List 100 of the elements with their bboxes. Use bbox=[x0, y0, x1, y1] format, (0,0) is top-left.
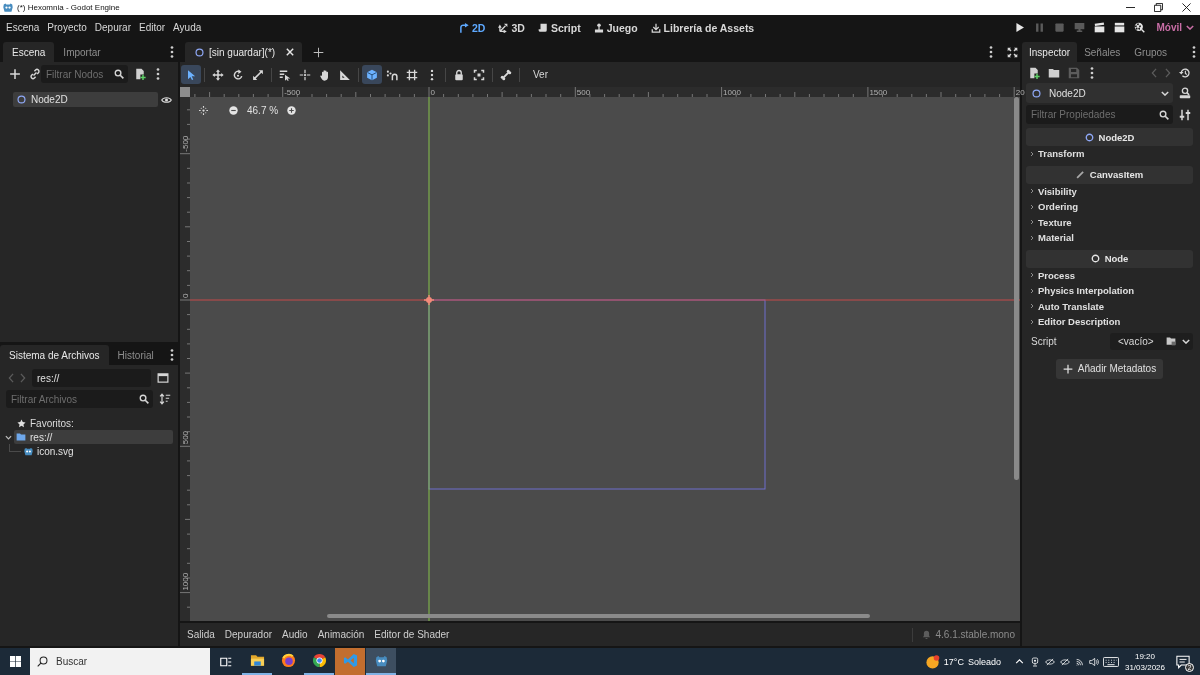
view-menu[interactable]: Ver bbox=[527, 69, 554, 80]
window-frame-icon[interactable] bbox=[157, 372, 169, 384]
link-icon[interactable] bbox=[29, 68, 41, 80]
resource-field[interactable]: <vacío> bbox=[1110, 332, 1193, 350]
play-icon[interactable] bbox=[1014, 22, 1026, 33]
folder-icon[interactable] bbox=[1166, 336, 1176, 346]
workspace-tab[interactable]: Script bbox=[537, 21, 581, 34]
dock-tab[interactable]: Historial bbox=[108, 345, 163, 365]
weather-condition[interactable]: Soleado bbox=[967, 656, 1001, 667]
caret-down-icon[interactable] bbox=[5, 433, 12, 441]
object-dropdown[interactable]: Node2D bbox=[1026, 83, 1173, 103]
property-group[interactable]: Physics Interpolation bbox=[1026, 283, 1196, 299]
file-plus-icon[interactable] bbox=[1028, 67, 1040, 79]
dock-tab[interactable]: Inspector bbox=[1022, 42, 1078, 62]
speaker-icon[interactable] bbox=[1088, 656, 1099, 667]
filter-field[interactable]: Filtrar Propiedades bbox=[1026, 105, 1173, 124]
select-tool-button[interactable] bbox=[181, 65, 201, 84]
weather-temperature[interactable]: 17°C bbox=[943, 656, 964, 667]
filter-field[interactable]: Filtrar Nodos bbox=[41, 65, 128, 83]
tree-item[interactable]: icon.svg bbox=[21, 444, 74, 458]
kebab-menu-icon[interactable] bbox=[989, 46, 993, 58]
bottom-tab[interactable]: Animación bbox=[312, 623, 370, 646]
speech-bubble-icon[interactable] bbox=[1176, 654, 1190, 669]
doc-search-icon[interactable] bbox=[1179, 87, 1191, 99]
dotted-crosshair-icon[interactable] bbox=[199, 106, 208, 115]
eye-icon[interactable] bbox=[161, 95, 172, 104]
bottom-tab[interactable]: Depurador bbox=[219, 623, 278, 646]
menu-item[interactable]: Ayuda bbox=[169, 22, 206, 33]
search-field[interactable]: Buscar bbox=[30, 648, 210, 675]
history-icon[interactable] bbox=[1179, 67, 1191, 79]
restore-icon[interactable] bbox=[1154, 3, 1163, 12]
property-group[interactable]: Visibility bbox=[1026, 183, 1196, 199]
kebab-menu-icon[interactable] bbox=[1090, 67, 1094, 79]
clock-date[interactable]: 31/03/2026 bbox=[1124, 661, 1165, 673]
sun-icon[interactable] bbox=[925, 654, 940, 669]
sliders-icon[interactable] bbox=[1179, 108, 1191, 121]
zoom-in-icon[interactable] bbox=[287, 106, 297, 115]
workspace-tab[interactable]: Juego bbox=[593, 21, 638, 34]
version-label[interactable]: 4.6.1.stable.mono bbox=[935, 629, 1020, 640]
plus-icon[interactable] bbox=[313, 46, 325, 58]
caret-down-icon[interactable] bbox=[1182, 338, 1190, 344]
file-plus-icon[interactable] bbox=[134, 68, 146, 80]
four-panes-icon[interactable] bbox=[10, 656, 21, 667]
workspace-tab[interactable]: 3D bbox=[498, 21, 525, 34]
tree-item[interactable]: res:// bbox=[14, 430, 173, 444]
property-group[interactable]: Ordering bbox=[1026, 199, 1196, 215]
dock-tab[interactable]: Sistema de Archivos bbox=[0, 345, 109, 365]
add-metadata-button[interactable]: Añadir Metadatos bbox=[1055, 358, 1164, 379]
path-field[interactable]: res:// bbox=[32, 369, 151, 387]
clapperboard-icon[interactable] bbox=[1094, 22, 1106, 33]
folder-icon[interactable] bbox=[1048, 67, 1060, 79]
clapperboard-icon[interactable] bbox=[1114, 22, 1126, 33]
expand-arrows-icon[interactable] bbox=[1007, 46, 1018, 58]
filter-field[interactable]: Filtrar Archivos bbox=[6, 390, 153, 408]
kebab-menu-icon[interactable] bbox=[170, 349, 174, 361]
sort-icon[interactable] bbox=[159, 393, 171, 405]
kebab-menu-icon[interactable] bbox=[156, 68, 160, 80]
crossed-eye-icon[interactable] bbox=[1059, 656, 1070, 667]
scene-tab[interactable]: [sin guardar](*) bbox=[185, 42, 303, 62]
bottom-tab[interactable]: Salida bbox=[182, 623, 220, 646]
property-group[interactable]: Material bbox=[1026, 230, 1196, 246]
kebab-menu-icon[interactable] bbox=[1192, 46, 1196, 58]
menu-item[interactable]: Proyecto bbox=[43, 22, 91, 33]
dock-tab[interactable]: Escena bbox=[3, 42, 55, 62]
renderer-dropdown[interactable]: Móvil bbox=[1156, 22, 1194, 33]
property-group[interactable]: Texture bbox=[1026, 214, 1196, 230]
chevron-up-icon[interactable] bbox=[1014, 659, 1024, 664]
property-group[interactable]: Transform bbox=[1026, 146, 1196, 162]
clock-time[interactable]: 19:20 bbox=[1134, 650, 1155, 662]
vertical-scrollbar-thumb[interactable] bbox=[1014, 97, 1019, 480]
close-icon[interactable] bbox=[1182, 3, 1191, 12]
film-reel-icon[interactable] bbox=[1134, 22, 1146, 33]
menu-item[interactable]: Depurar bbox=[90, 22, 135, 33]
plus-icon[interactable] bbox=[9, 68, 21, 80]
menu-item[interactable]: Escena bbox=[2, 22, 44, 33]
property-group[interactable]: Editor Description bbox=[1026, 314, 1196, 330]
robot-face-icon bbox=[373, 653, 389, 668]
dock-tab[interactable]: Grupos bbox=[1127, 42, 1175, 62]
snap-tool-button[interactable] bbox=[362, 65, 382, 84]
tree-item[interactable]: Node2D bbox=[13, 92, 158, 107]
zoom-out-icon[interactable] bbox=[229, 106, 238, 115]
caret-down-icon bbox=[1186, 25, 1194, 30]
task-view-icon[interactable] bbox=[220, 655, 232, 668]
crossed-eye-icon[interactable] bbox=[1044, 656, 1055, 667]
zoom-level[interactable]: 46.7 % bbox=[247, 105, 279, 116]
wifi-icon[interactable] bbox=[1075, 656, 1085, 667]
menu-item[interactable]: Editor bbox=[134, 22, 170, 33]
kebab-menu-icon[interactable] bbox=[170, 46, 174, 58]
dock-tab[interactable]: Importar bbox=[54, 42, 110, 62]
bottom-tab[interactable]: Editor de Shader bbox=[369, 623, 455, 646]
keyboard-icon[interactable] bbox=[1102, 656, 1119, 667]
workspace-tab[interactable]: 2D bbox=[459, 21, 486, 34]
workspace-tab[interactable]: Librería de Assets bbox=[650, 21, 755, 34]
property-group[interactable]: Process bbox=[1026, 267, 1196, 283]
property-group[interactable]: Auto Translate bbox=[1026, 298, 1196, 314]
horizontal-scrollbar-thumb[interactable] bbox=[327, 614, 870, 618]
dock-tab[interactable]: Señales bbox=[1077, 42, 1128, 62]
bottom-tab[interactable]: Audio bbox=[277, 623, 313, 646]
caret-down-icon bbox=[1161, 90, 1169, 96]
webcam-icon[interactable] bbox=[1030, 656, 1039, 667]
